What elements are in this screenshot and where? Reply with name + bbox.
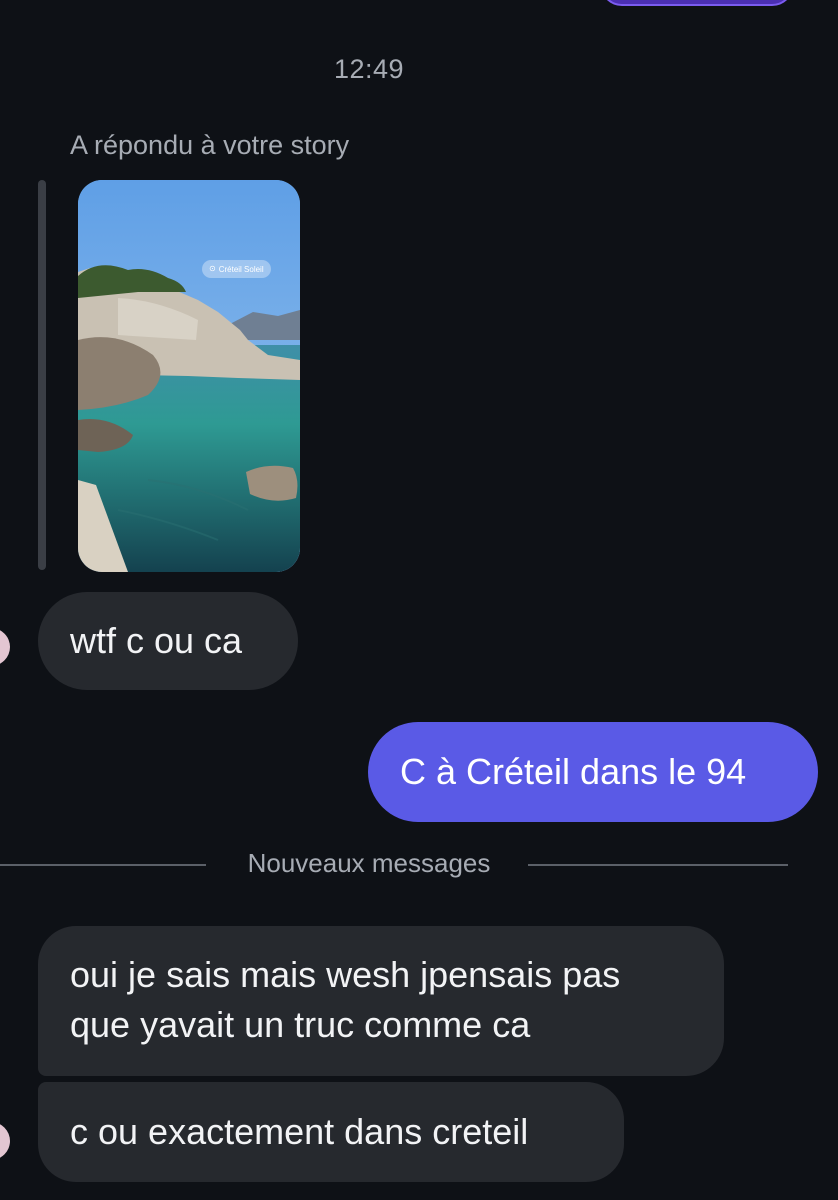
message-timestamp: 12:49 [333,54,405,84]
story-location-tag[interactable]: ⊙ Créteil Soleil [202,260,271,278]
incoming-message-bubble[interactable]: oui je sais mais wesh jpensais pas que y… [38,926,724,1076]
new-messages-divider: Nouveaux messages [247,848,491,878]
avatar[interactable] [0,628,10,666]
incoming-message-bubble[interactable]: wtf c ou ca [38,592,298,690]
message-text-line: oui je sais mais wesh jpensais pas [70,954,621,995]
previous-message-bubble[interactable] [600,0,794,6]
avatar[interactable] [0,1122,10,1160]
location-pin-icon: ⊙ [209,264,216,273]
outgoing-message-bubble[interactable]: C à Créteil dans le 94 [368,722,818,822]
message-text: wtf c ou ca [70,620,243,661]
message-text: c ou exactement dans creteil [70,1111,529,1152]
divider-line-left [0,864,206,866]
story-thumbnail[interactable]: ⊙ Créteil Soleil [78,180,300,572]
message-text: C à Créteil dans le 94 [400,751,747,792]
reply-indicator-bar [38,180,46,570]
story-photo [78,180,300,572]
message-text-line: que yavait un truc comme ca [70,1004,531,1045]
location-tag-label: Créteil Soleil [218,264,264,274]
chat-screen: 12:49 A répondu à votre story ⊙ Créteil … [0,0,838,1200]
divider-line-right [528,864,788,866]
incoming-message-bubble[interactable]: c ou exactement dans creteil [38,1082,624,1182]
story-reply-label: A répondu à votre story [70,130,350,160]
